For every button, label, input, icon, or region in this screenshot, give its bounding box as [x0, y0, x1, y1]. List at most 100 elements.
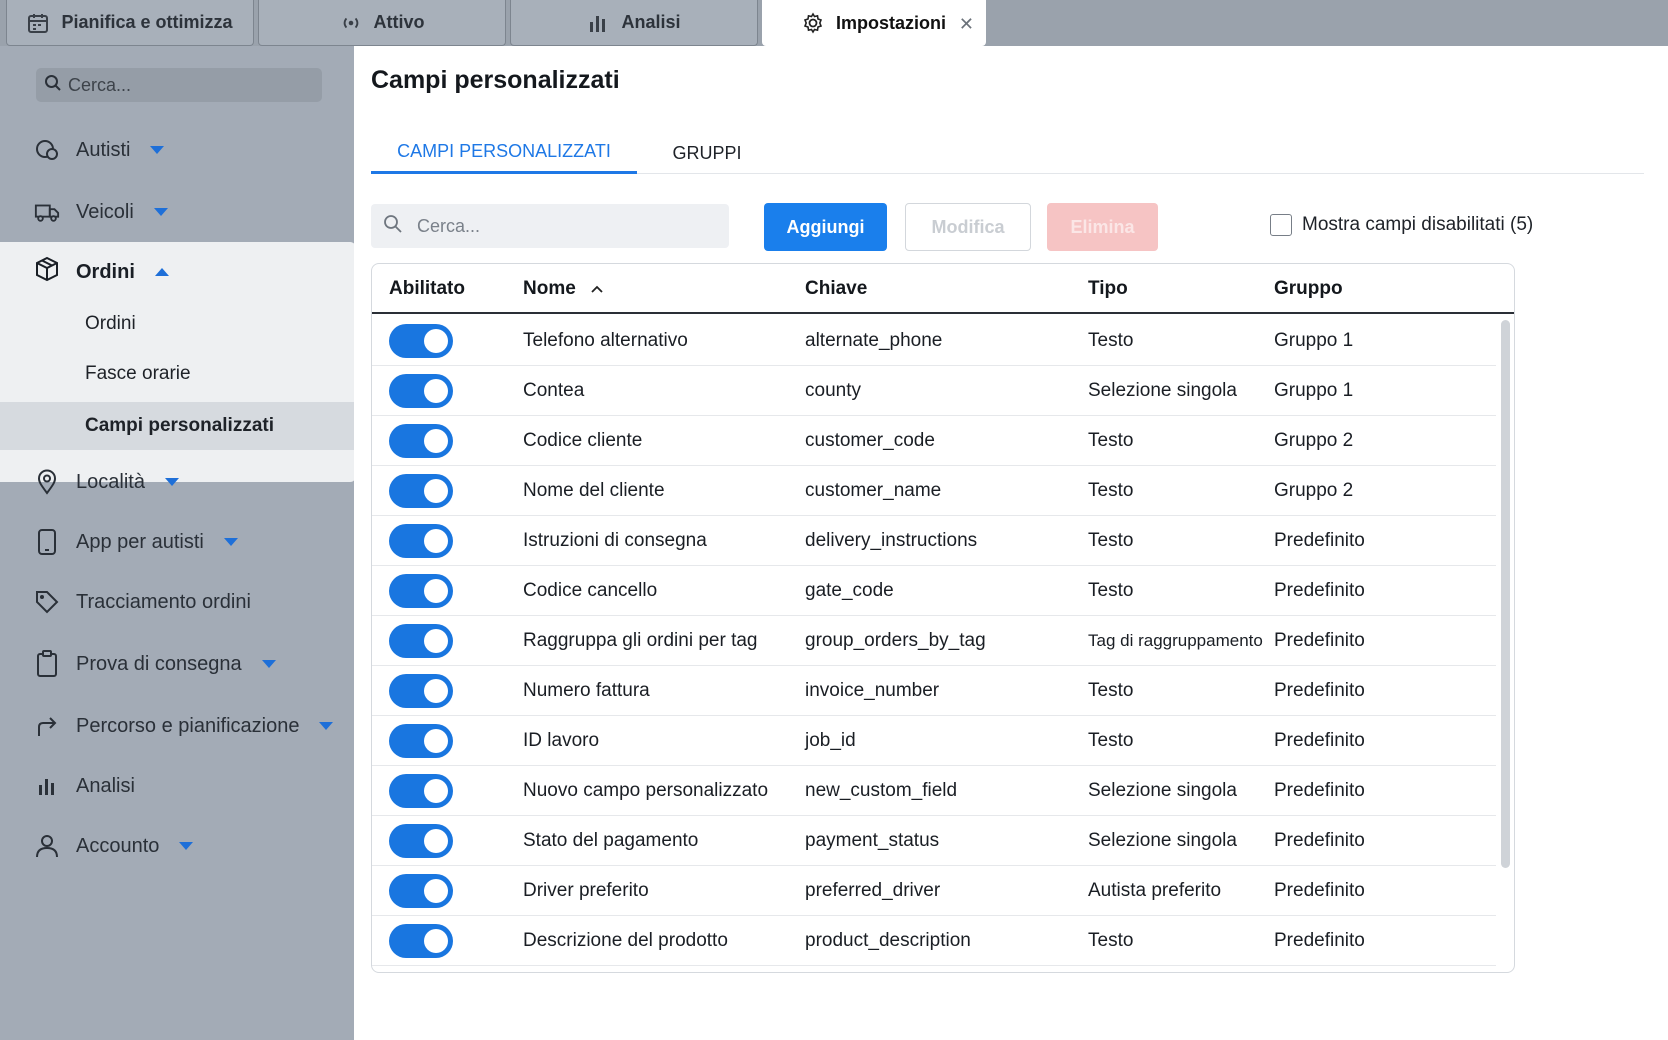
enabled-toggle[interactable]: [389, 824, 453, 858]
toggle-knob: [424, 479, 448, 503]
enabled-toggle[interactable]: [389, 924, 453, 958]
sidebar-item-tracciamento[interactable]: Tracciamento ordini: [34, 582, 251, 622]
truck-icon: [34, 199, 60, 225]
close-icon[interactable]: ✕: [959, 14, 974, 35]
table-body: Telefono alternativo alternate_phone Testo…: [372, 316, 1496, 972]
add-button[interactable]: Aggiungi: [764, 203, 887, 251]
cell-type: Testo: [1088, 730, 1134, 751]
search-field[interactable]: [371, 204, 729, 248]
sidebar-subitem-campi-personalizzati[interactable]: Campi personalizzati: [85, 410, 274, 442]
cell-group: Predefinito: [1274, 730, 1365, 751]
tag-icon: [34, 589, 60, 615]
delete-button[interactable]: Elimina: [1047, 203, 1158, 251]
sidebar-item-app-autisti[interactable]: App per autisti: [34, 522, 238, 562]
cell-key: alternate_phone: [805, 330, 943, 351]
sidebar-item-autisti[interactable]: Autisti: [34, 130, 165, 170]
sidebar-item-label: Località: [76, 470, 145, 493]
tab-label: Impostazioni: [836, 12, 947, 33]
sidebar-item-label: Tracciamento ordini: [76, 590, 251, 613]
enabled-toggle[interactable]: [389, 374, 453, 408]
table-row[interactable]: Numero fattura invoice_number Testo Predefi…: [372, 666, 1496, 716]
cell-type: Selezione singola: [1088, 830, 1237, 851]
table-row[interactable]: Telefono alternativo alternate_phone Testo…: [372, 316, 1496, 366]
tab-attivo[interactable]: Attivo: [258, 0, 506, 46]
sidebar-search-placeholder: Cerca...: [68, 74, 132, 95]
table-row[interactable]: ID lavoro job_id Testo Predefinito: [372, 716, 1496, 766]
table-row[interactable]: Raggruppa gli ordini per tag group_orders…: [372, 616, 1496, 666]
table-row[interactable]: Codice cancello gate_code Testo Predefinito: [372, 566, 1496, 616]
column-header-nome[interactable]: Nome: [523, 264, 604, 314]
toggle-knob: [424, 579, 448, 603]
column-header-label: Nome: [523, 278, 576, 299]
show-disabled-option[interactable]: Mostra campi disabilitati (5): [1270, 214, 1533, 236]
subtab-bar: CAMPI PERSONALIZZATI GRUPPI: [371, 132, 1644, 174]
enabled-toggle[interactable]: [389, 474, 453, 508]
cell-group: Gruppo 1: [1274, 380, 1354, 401]
table-row[interactable]: Nome del cliente customer_name Testo Gruppo…: [372, 466, 1496, 516]
column-header-chiave[interactable]: Chiave: [805, 264, 867, 314]
edit-button[interactable]: Modifica: [905, 203, 1031, 251]
table-row[interactable]: Descrizione del prodotto product_descript…: [372, 916, 1496, 966]
tab-campi-personalizzati[interactable]: CAMPI PERSONALIZZATI: [371, 132, 637, 174]
cell-name: ID lavoro: [523, 730, 600, 751]
enabled-toggle[interactable]: [389, 574, 453, 608]
table-row[interactable]: Contea county Selezione singola Gruppo 1: [372, 366, 1496, 416]
sidebar-subitem-ordini[interactable]: Ordini: [85, 308, 136, 340]
enabled-toggle[interactable]: [389, 874, 453, 908]
sidebar-item-analisi[interactable]: Analisi: [34, 766, 135, 806]
sidebar-item-veicoli[interactable]: Veicoli: [34, 192, 168, 232]
tab-analisi[interactable]: Analisi: [510, 0, 758, 46]
table-scrollbar[interactable]: [1501, 320, 1510, 868]
sidebar-item-ordini[interactable]: Ordini: [34, 252, 169, 292]
tab-pianifica[interactable]: Pianifica e ottimizza: [6, 0, 254, 46]
show-disabled-checkbox[interactable]: [1270, 214, 1292, 236]
column-header-gruppo[interactable]: Gruppo: [1274, 264, 1343, 314]
table-row[interactable]: Driver preferito preferred_driver Autista …: [372, 866, 1496, 916]
broadcast-icon: [340, 12, 362, 34]
cell-type: Testo: [1088, 530, 1134, 551]
sidebar-item-account[interactable]: Accounto: [34, 826, 194, 866]
tab-impostazioni[interactable]: Impostazioni ✕: [762, 0, 986, 46]
table-row[interactable]: Nuovo campo personalizzato new_custom_fie…: [372, 766, 1496, 816]
search-input[interactable]: [417, 215, 697, 237]
table-row[interactable]: Istruzioni di consegna delivery_instructi…: [372, 516, 1496, 566]
cell-group: Predefinito: [1274, 780, 1365, 801]
enabled-toggle[interactable]: [389, 624, 453, 658]
box-icon: [34, 256, 60, 288]
sidebar-search-input[interactable]: Cerca...: [36, 68, 322, 102]
toggle-knob: [424, 429, 448, 453]
cell-group: Predefinito: [1274, 530, 1365, 551]
chevron-down-icon: [179, 842, 194, 850]
cell-name: Stato del pagamento: [523, 830, 699, 851]
cell-key: group_orders_by_tag: [805, 630, 986, 651]
column-header-tipo[interactable]: Tipo: [1088, 264, 1128, 314]
enabled-toggle[interactable]: [389, 324, 453, 358]
cell-key: gate_code: [805, 580, 894, 601]
tab-label: Attivo: [373, 12, 425, 32]
column-header-abilitato[interactable]: Abilitato: [389, 264, 465, 314]
cell-name: Contea: [523, 380, 585, 401]
sidebar-item-prova-consegna[interactable]: Prova di consegna: [34, 644, 276, 684]
bar-chart-icon: [34, 773, 60, 799]
enabled-toggle[interactable]: [389, 774, 453, 808]
table-row[interactable]: Stato del pagamento payment_status Selezio…: [372, 816, 1496, 866]
sidebar-item-localita[interactable]: Località: [34, 462, 179, 502]
cell-key: customer_code: [805, 430, 935, 451]
cell-type: Testo: [1088, 330, 1134, 351]
cell-name: Codice cliente: [523, 430, 643, 451]
enabled-toggle[interactable]: [389, 524, 453, 558]
sidebar-item-percorso[interactable]: Percorso e pianificazione: [34, 706, 334, 746]
toggle-knob: [424, 379, 448, 403]
enabled-toggle[interactable]: [389, 424, 453, 458]
calendar-icon: [27, 12, 49, 34]
enabled-toggle[interactable]: [389, 674, 453, 708]
enabled-toggle[interactable]: [389, 724, 453, 758]
chevron-down-icon: [153, 208, 168, 216]
table-row[interactable]: Codice cliente customer_code Testo Gruppo 2: [372, 416, 1496, 466]
cell-group: Predefinito: [1274, 930, 1365, 951]
sidebar-subitem-fasce-orarie[interactable]: Fasce orarie: [85, 358, 191, 390]
main-panel: Campi personalizzati CAMPI PERSONALIZZAT…: [354, 46, 1668, 1040]
cell-key: job_id: [805, 730, 856, 751]
cell-key: invoice_number: [805, 680, 940, 701]
tab-gruppi[interactable]: GRUPPI: [637, 132, 777, 174]
